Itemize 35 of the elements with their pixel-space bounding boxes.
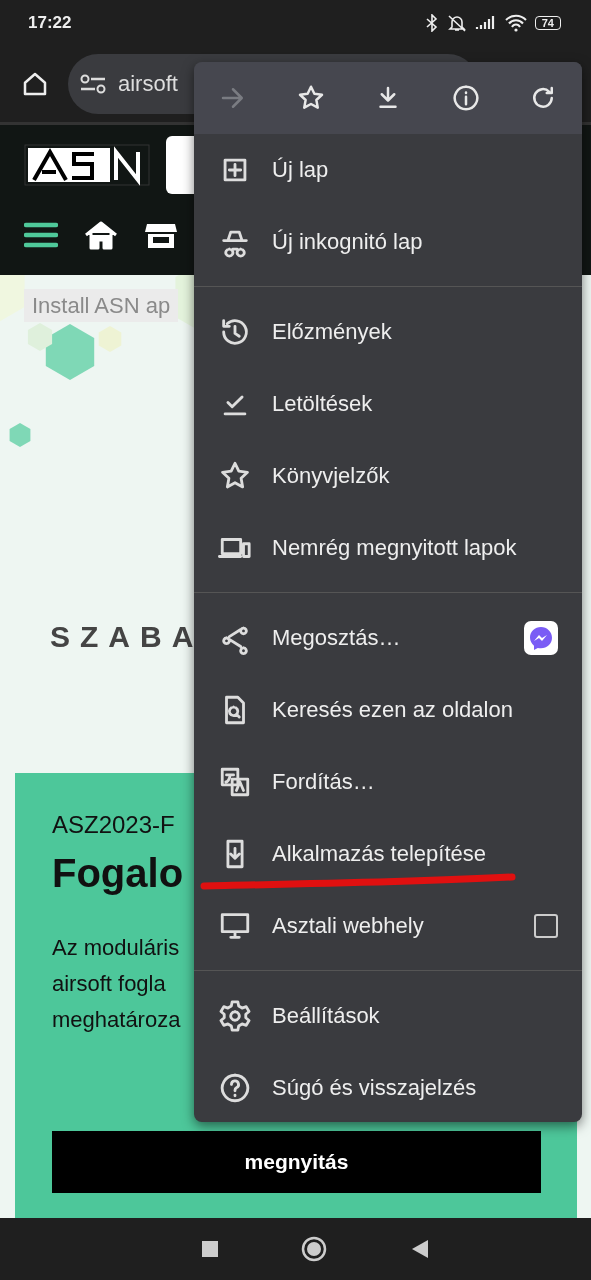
menu-item[interactable]: Súgó és visszajelzés: [194, 1052, 582, 1124]
menu-label: Keresés ezen az oldalon: [272, 697, 514, 723]
menu-item[interactable]: Könyvjelzők: [194, 440, 582, 512]
menu-item[interactable]: Nemrég megnyitott lapok: [194, 512, 582, 584]
menu-item[interactable]: Beállítások: [194, 980, 582, 1052]
card-text: airsoft fogla: [52, 969, 166, 998]
menu-item[interactable]: Asztali webhely: [194, 890, 582, 962]
menu-label: Megosztás…: [272, 625, 402, 651]
menu-item[interactable]: Alkalmazás telepítése: [194, 818, 582, 890]
card-text: Az moduláris: [52, 933, 180, 962]
battery-indicator: 74: [534, 16, 561, 31]
card-code: ASZ2023-F: [52, 810, 175, 839]
menu-label: Letöltések: [272, 391, 374, 417]
menu-label: Asztali webhely: [272, 913, 425, 939]
menu-label: Alkalmazás telepítése: [272, 841, 487, 867]
menu-label: Könyvjelzők: [272, 463, 391, 489]
card-text: meghatároza: [52, 1005, 181, 1034]
menu-label: Beállítások: [272, 1003, 381, 1029]
menu-label: Előzmények: [272, 319, 393, 345]
open-button[interactable]: megnyitás: [52, 1130, 541, 1193]
url-text: airsoft: [118, 71, 178, 98]
menu-item[interactable]: Keresés ezen az oldalon: [194, 674, 582, 746]
menu-item[interactable]: Új inkognitó lap: [194, 206, 582, 278]
menu-label: Nemrég megnyitott lapok: [272, 535, 518, 561]
status-time: 17:22: [28, 13, 72, 34]
menu-label: Új lap: [272, 157, 330, 183]
menu-item[interactable]: Fordítás…: [194, 746, 582, 818]
menu-label: Fordítás…: [272, 769, 376, 795]
menu-label: Új inkognitó lap: [272, 229, 424, 255]
card-title: Fogalo: [52, 850, 184, 896]
menu-label: Súgó és visszajelzés: [272, 1075, 478, 1101]
menu-item[interactable]: Letöltések: [194, 368, 582, 440]
menu-item[interactable]: Új lap: [194, 134, 582, 206]
install-hint: Install ASN ap: [24, 288, 179, 322]
menu-item[interactable]: Előzmények: [194, 296, 582, 368]
